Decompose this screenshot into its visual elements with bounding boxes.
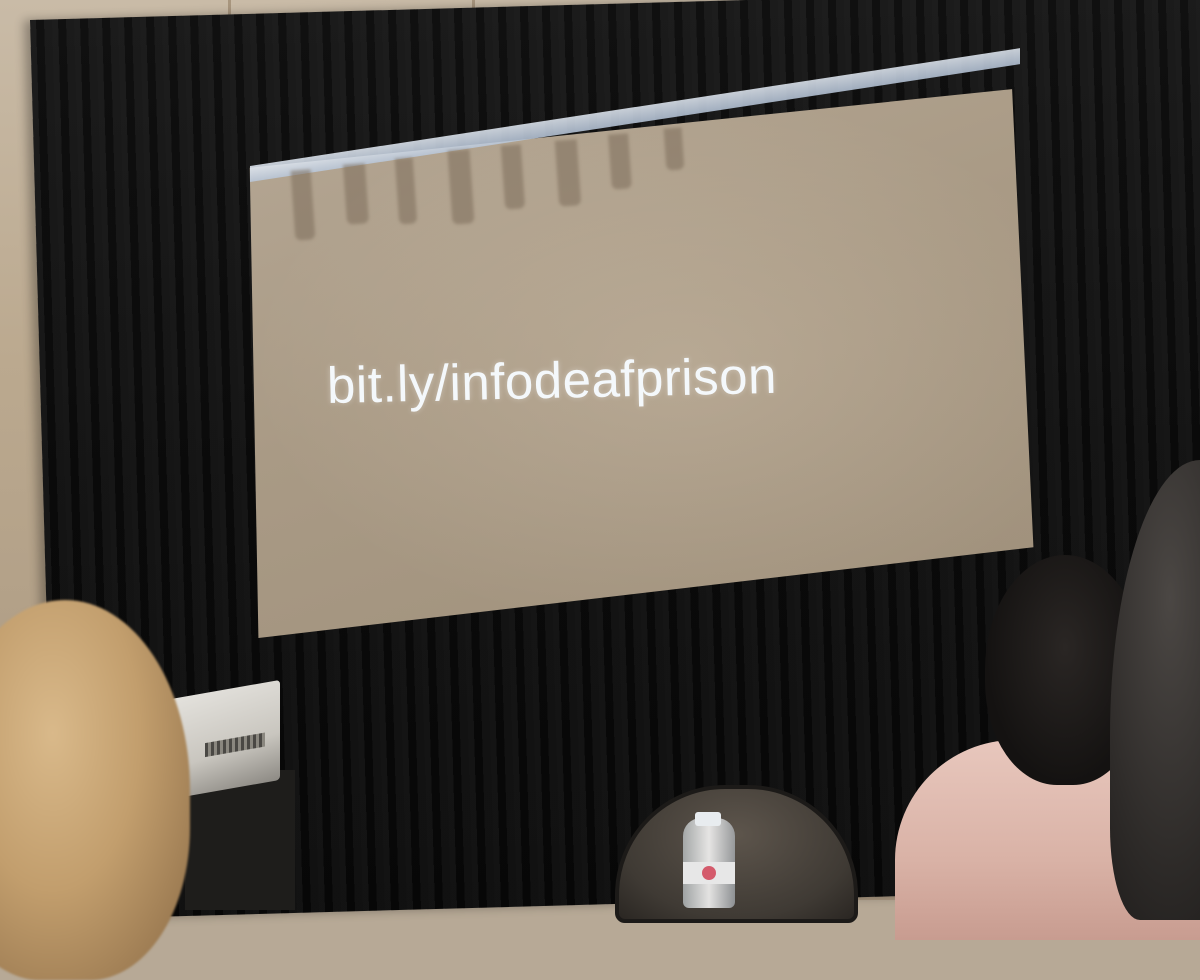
water-bottle-cap (695, 812, 721, 826)
slide-drip-decoration (608, 133, 632, 190)
slide-drip-decoration (663, 127, 685, 171)
water-bottle-logo (702, 866, 716, 880)
projection-screen: bit.ly/infodeafprison (245, 48, 1035, 638)
projector-vent (205, 732, 265, 758)
slide-drip-decoration (554, 139, 582, 207)
slide-drip-decoration (342, 163, 370, 225)
